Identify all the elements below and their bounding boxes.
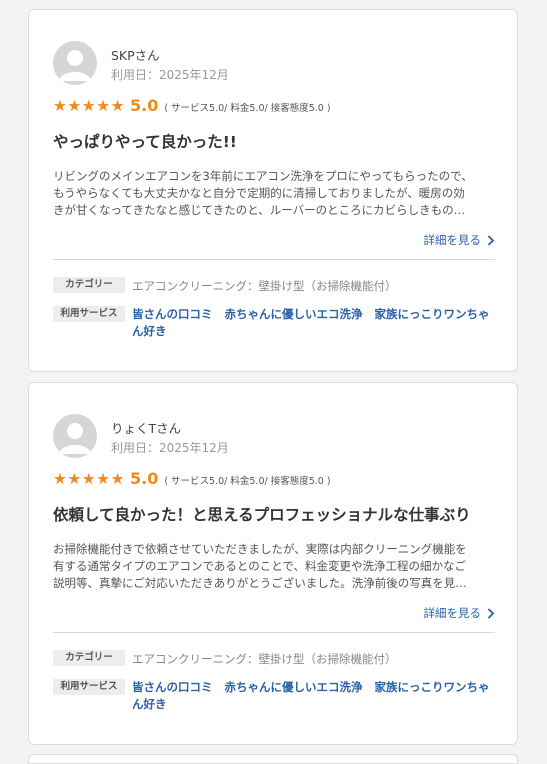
- review-body-line: リビングのメインエアコンを3年前にエアコン洗浄をプロにやってもらったので、: [53, 169, 473, 183]
- usage-date: 利用日：2025年12月: [111, 68, 229, 82]
- details-link[interactable]: 詳細を見る: [424, 605, 496, 621]
- star-rating-icon: ★★★★★: [53, 470, 125, 488]
- service-links: 皆さんの口コミ 赤ちゃんに優しいエコ洗浄 家族にっこりワンちゃん好き: [132, 679, 497, 713]
- service-link[interactable]: 赤ちゃんに優しいエコ洗浄: [225, 680, 363, 694]
- category-value: エアコンクリーニング：壁掛け型（お掃除機能付）: [132, 279, 397, 293]
- service-tag: 利用サービス: [53, 306, 125, 322]
- user-avatar-icon: [53, 41, 97, 85]
- star-rating-icon: ★★★★★: [53, 97, 125, 115]
- usage-date: 利用日：2025年12月: [111, 441, 229, 455]
- details-link-label: 詳細を見る: [423, 606, 482, 620]
- review-card: りょくTさん 利用日：2025年12月 ★★★★★ 5.0 ( サービス5.0/…: [28, 382, 518, 745]
- review-card: SKPさん 利用日：2025年12月 ★★★★★ 5.0 ( サービス5.0/ …: [28, 9, 518, 372]
- divider: [53, 259, 495, 260]
- review-body-line: お掃除機能付きで依頼させていただきましたが、実際は内部クリーニング機能を: [53, 542, 467, 556]
- rating-row: ★★★★★ 5.0 ( サービス5.0/ 料金5.0/ 接客態度5.0 ): [53, 469, 331, 488]
- rating-breakdown: ( サービス5.0/ 料金5.0/ 接客態度5.0 ): [164, 103, 331, 114]
- divider: [53, 632, 495, 633]
- review-title: やっぱりやって良かった!!: [53, 133, 237, 151]
- review-body: リビングのメインエアコンを3年前にエアコン洗浄をプロにやってもらったので、 もう…: [53, 168, 493, 219]
- rating-score: 5.0: [129, 96, 159, 115]
- review-card-partial: [28, 754, 518, 764]
- chevron-right-icon: [487, 607, 495, 619]
- review-body: お掃除機能付きで依頼させていただきましたが、実際は内部クリーニング機能を 有する…: [53, 541, 493, 592]
- rating-breakdown: ( サービス5.0/ 料金5.0/ 接客態度5.0 ): [164, 476, 331, 487]
- review-body-line: きが甘くなってきたなと感じてきたのと、ルーバーのところにカビらしきもの…: [53, 203, 466, 217]
- category-tag: カテゴリー: [53, 277, 125, 293]
- service-link[interactable]: 皆さんの口コミ: [132, 680, 213, 694]
- service-tag: 利用サービス: [53, 679, 125, 695]
- rating-score: 5.0: [129, 469, 159, 488]
- rating-row: ★★★★★ 5.0 ( サービス5.0/ 料金5.0/ 接客態度5.0 ): [53, 96, 331, 115]
- service-link[interactable]: 皆さんの口コミ: [132, 307, 213, 321]
- category-value: エアコンクリーニング：壁掛け型（お掃除機能付）: [132, 652, 397, 666]
- reviewer-name: SKPさん: [111, 48, 160, 63]
- category-tag: カテゴリー: [53, 650, 125, 666]
- review-body-line: もうやらなくても大丈夫かなと自分で定期的に清掃しておりましたが、暖房の効: [53, 186, 465, 200]
- review-body-line: 有する通常タイプのエアコンであるとのことで、料金変更や洗浄工程の細かなご: [53, 559, 466, 573]
- details-link[interactable]: 詳細を見る: [424, 232, 496, 248]
- review-body-line: 説明等、真摯にご対応いただきありがとうございました。洗浄前後の写真を見…: [53, 576, 467, 590]
- details-link-label: 詳細を見る: [423, 233, 482, 247]
- reviewer-name: りょくTさん: [111, 421, 182, 436]
- service-link[interactable]: 赤ちゃんに優しいエコ洗浄: [225, 307, 363, 321]
- service-links: 皆さんの口コミ 赤ちゃんに優しいエコ洗浄 家族にっこりワンちゃん好き: [132, 306, 497, 340]
- user-avatar-icon: [53, 414, 97, 458]
- review-title: 依頼して良かった！と思えるプロフェッショナルな仕事ぶり: [53, 506, 471, 524]
- chevron-right-icon: [487, 234, 495, 246]
